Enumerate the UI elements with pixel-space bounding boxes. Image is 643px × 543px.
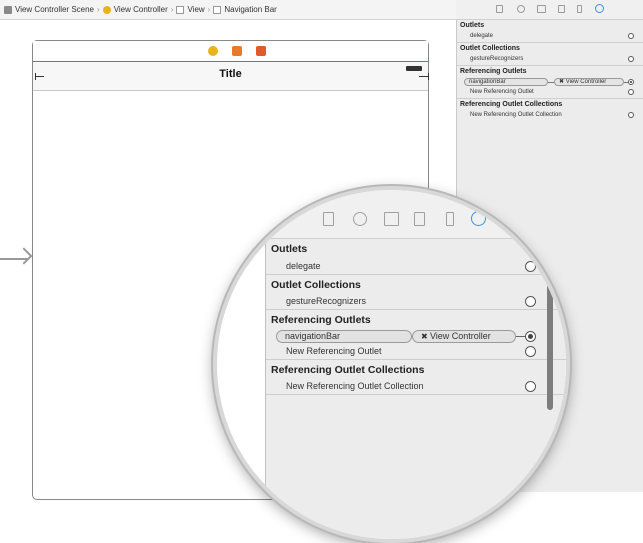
close-icon[interactable]: ✖	[559, 79, 566, 85]
connection-circle	[525, 261, 536, 272]
connection-circle[interactable]	[628, 56, 634, 62]
connection-circle[interactable]	[628, 33, 634, 39]
divider	[266, 359, 566, 360]
connection-target-view-controller[interactable]: ✖ View Controller	[554, 78, 624, 86]
scene-icon	[4, 5, 12, 14]
referencing-outlet-navigation-bar[interactable]: navigationBar	[464, 78, 548, 86]
divider	[266, 394, 566, 395]
view-controller-icon	[102, 5, 111, 14]
breadcrumb-label: View	[187, 5, 205, 14]
file-icon[interactable]	[496, 5, 503, 13]
divider	[266, 274, 566, 275]
divider	[266, 309, 566, 310]
outlet-gesture-recognizers: gestureRecognizers	[470, 56, 524, 62]
connection-line	[516, 336, 525, 337]
connection-circle-filled	[525, 331, 536, 342]
new-referencing-outlet: New Referencing Outlet	[286, 346, 382, 356]
identity-icon	[384, 212, 399, 226]
divider	[457, 42, 643, 43]
constraint-cap	[35, 73, 36, 80]
view-icon	[176, 5, 185, 14]
first-responder-icon[interactable]	[232, 46, 242, 56]
connection-circle	[525, 381, 536, 392]
breadcrumb-item-view[interactable]: View	[176, 5, 205, 14]
help-icon	[353, 212, 367, 226]
section-referencing-outlets: Referencing Outlets	[460, 68, 527, 75]
exit-icon[interactable]	[256, 46, 266, 56]
breadcrumb-item-navigation-bar[interactable]: Navigation Bar	[213, 5, 277, 14]
close-icon: ✖	[421, 332, 430, 341]
connection-target-label: View Controller	[429, 331, 491, 341]
outlet-delegate: delegate	[470, 33, 494, 39]
battery-icon	[406, 66, 422, 71]
scene-dock	[33, 41, 428, 62]
divider	[457, 65, 643, 66]
breadcrumb: View Controller Scene › View Controller …	[0, 0, 456, 20]
scrollbar	[547, 250, 553, 410]
connections-icon	[471, 211, 486, 226]
chevron-right-icon: ›	[97, 5, 100, 14]
size-icon[interactable]	[577, 5, 582, 13]
section-outlet-collections: Outlet Collections	[271, 279, 361, 291]
section-outlet-collections: Outlet Collections	[460, 45, 520, 52]
referencing-outlet-navigation-bar: navigationBar	[276, 330, 412, 343]
identity-icon[interactable]	[537, 5, 546, 13]
attributes-icon[interactable]	[558, 5, 565, 13]
magnified-inspector: Outlets delegate Outlet Collections gest…	[265, 190, 566, 539]
leading-constraint[interactable]	[35, 76, 44, 77]
navigation-title[interactable]: Title	[33, 68, 428, 80]
divider	[457, 98, 643, 99]
connection-circle	[525, 346, 536, 357]
breadcrumb-item-view-controller[interactable]: View Controller	[102, 5, 168, 14]
section-outlets: Outlets	[460, 22, 485, 29]
attributes-icon	[414, 212, 425, 226]
new-referencing-outlet-collection: New Referencing Outlet Collection	[470, 112, 562, 118]
section-outlets: Outlets	[271, 243, 308, 255]
connection-circle[interactable]	[628, 89, 634, 95]
outlet-gesture-recognizers: gestureRecognizers	[286, 296, 367, 306]
connections-icon[interactable]	[595, 4, 604, 13]
outlet-delegate: delegate	[286, 261, 321, 271]
help-icon[interactable]	[517, 5, 525, 13]
breadcrumb-item-scene[interactable]: View Controller Scene	[4, 5, 94, 14]
section-referencing-outlets: Referencing Outlets	[271, 314, 371, 326]
magnifier-callout: Outlets delegate Outlet Collections gest…	[213, 186, 570, 543]
chevron-right-icon: ›	[207, 5, 211, 14]
breadcrumb-label: View Controller	[113, 5, 168, 14]
trailing-constraint[interactable]	[419, 76, 428, 77]
size-icon	[446, 212, 454, 226]
section-referencing-outlet-collections: Referencing Outlet Collections	[460, 101, 563, 108]
new-referencing-outlet-collection: New Referencing Outlet Collection	[286, 381, 424, 391]
section-referencing-outlet-collections: Referencing Outlet Collections	[271, 364, 425, 376]
connection-circle	[525, 296, 536, 307]
connection-target-view-controller: ✖ View Controller	[412, 330, 516, 343]
breadcrumb-label: View Controller Scene	[15, 5, 95, 14]
constraint-cap	[428, 73, 429, 80]
connection-circle[interactable]	[628, 112, 634, 118]
chevron-right-icon: ›	[170, 5, 174, 14]
arrow-head-icon	[15, 247, 33, 265]
breadcrumb-label: Navigation Bar	[224, 5, 277, 14]
file-icon	[323, 212, 334, 226]
view-controller-icon[interactable]	[208, 46, 218, 56]
connection-target-label: View Controller	[565, 79, 607, 85]
connection-circle-filled[interactable]	[628, 79, 634, 85]
magnified-inspector-tabs	[266, 190, 566, 239]
new-referencing-outlet: New Referencing Outlet	[470, 89, 534, 95]
navigation-bar-icon	[213, 5, 222, 14]
inspector-tabs	[456, 0, 643, 20]
